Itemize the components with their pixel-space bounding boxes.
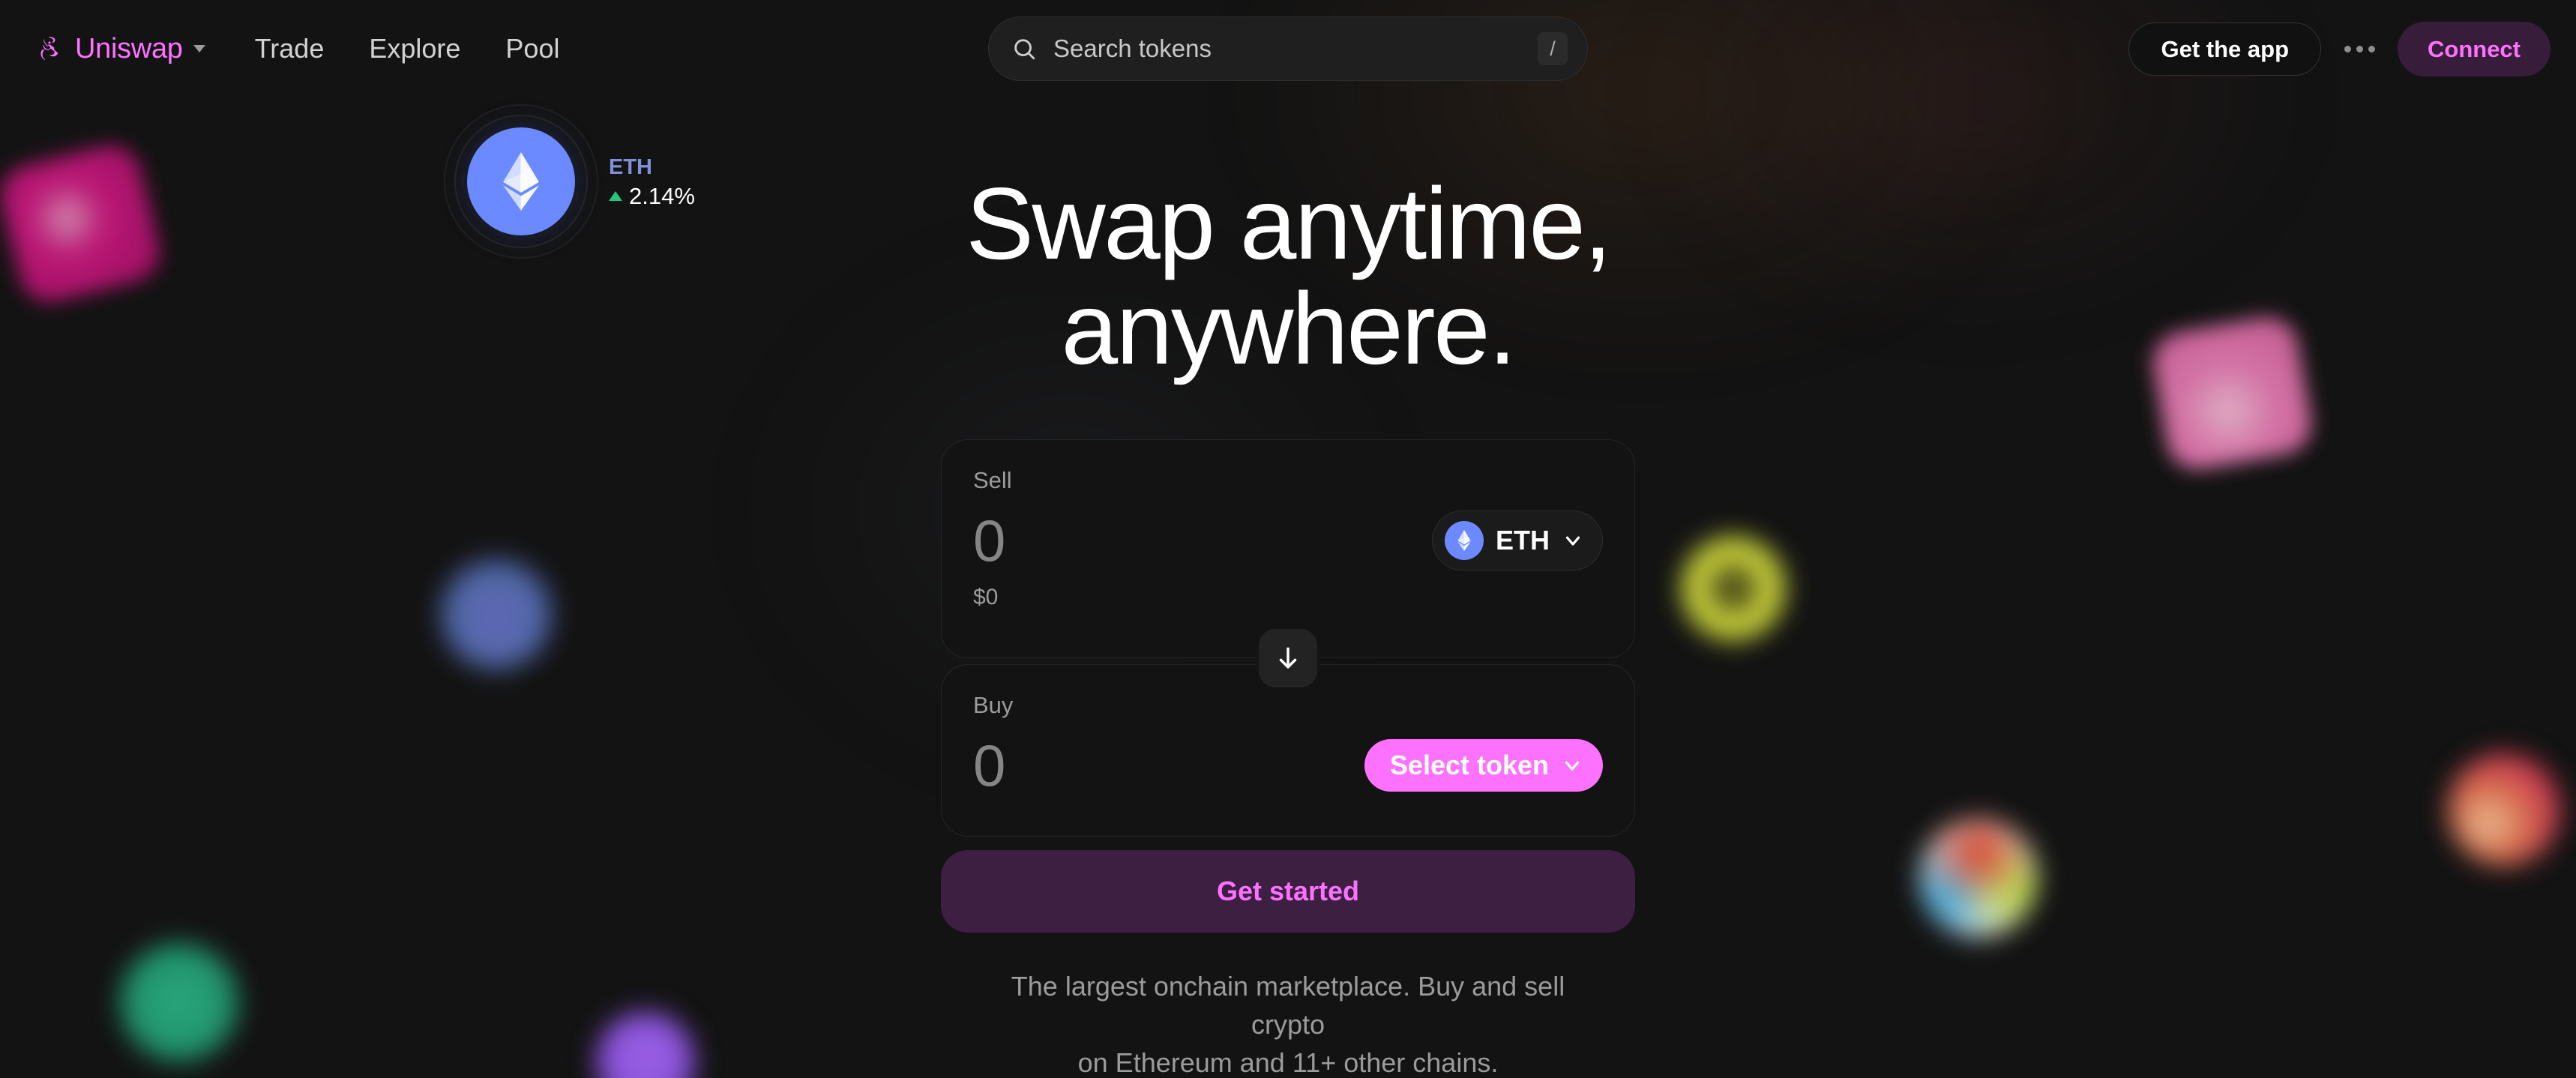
buy-label: Buy xyxy=(973,692,1014,718)
sell-amount-input[interactable] xyxy=(973,506,1288,575)
search-icon xyxy=(1011,36,1037,61)
chevron-down-icon xyxy=(1561,754,1583,777)
select-token-button[interactable]: Select token xyxy=(1364,739,1603,792)
eth-badge-rings xyxy=(444,104,598,259)
nav-link-trade[interactable]: Trade xyxy=(237,26,343,71)
get-started-button[interactable]: Get started xyxy=(941,850,1635,933)
decor-token-tile-pink-right xyxy=(2148,312,2317,475)
ellipsis-dot xyxy=(2344,45,2351,52)
get-the-app-button[interactable]: Get the app xyxy=(2128,22,2321,76)
connect-wallet-button[interactable]: Connect xyxy=(2398,21,2551,76)
eth-badge-meta: ETH 2.14% xyxy=(609,157,695,208)
decor-token-ring-yellow xyxy=(1681,536,1786,641)
eth-symbol-label: ETH xyxy=(609,155,652,179)
search-shortcut-key: / xyxy=(1538,32,1568,65)
nav-right-cluster: Get the app Connect xyxy=(2128,0,2551,97)
swap-direction-toggle-button[interactable] xyxy=(1256,626,1320,690)
search-box[interactable]: / xyxy=(988,16,1588,81)
chevron-down-icon xyxy=(1562,529,1584,552)
buy-amount-input[interactable] xyxy=(973,731,1288,800)
arrow-up-triangle-icon xyxy=(609,191,622,201)
arrow-down-icon xyxy=(1274,644,1302,672)
ethereum-icon xyxy=(1445,521,1484,560)
decor-token-circle-blue xyxy=(441,558,552,669)
decor-token-circle-red xyxy=(2448,753,2560,866)
uniswap-app-page: Uniswap Trade Explore Pool / xyxy=(0,0,2576,1078)
uniswap-unicorn-logo-icon xyxy=(36,33,67,64)
ellipsis-dot xyxy=(2368,45,2375,52)
sell-token-selector[interactable]: ETH xyxy=(1432,511,1603,570)
nav-left-cluster: Uniswap Trade Explore Pool xyxy=(0,25,577,72)
swap-widget: Sell ETH xyxy=(941,439,1635,1078)
buy-row: Select token xyxy=(973,731,1603,800)
tagline-line-2: on Ethereum and 11+ other chains. xyxy=(1077,1047,1499,1078)
brand-menu-button[interactable]: Uniswap xyxy=(28,25,216,72)
sell-label: Sell xyxy=(973,467,1012,493)
decor-token-circle-rainbow xyxy=(1919,819,2038,937)
page-title: Swap anytime, anywhere. xyxy=(763,171,1813,381)
primary-nav-links: Trade Explore Pool xyxy=(237,26,578,71)
eth-change-row: 2.14% xyxy=(609,184,695,208)
brand-name-label: Uniswap xyxy=(75,33,183,64)
decor-token-tile-pink-left xyxy=(0,139,166,309)
hero-section: Swap anytime, anywhere. xyxy=(763,171,1813,381)
eth-change-value: 2.14% xyxy=(629,183,695,209)
decor-token-circle-green xyxy=(120,943,238,1062)
top-navigation-bar: Uniswap Trade Explore Pool / xyxy=(0,0,2576,97)
tagline-line-1: The largest onchain marketplace. Buy and… xyxy=(1011,971,1565,1041)
search-container: / xyxy=(988,16,1588,81)
ellipsis-icon[interactable] xyxy=(2335,24,2384,73)
decor-token-circle-purple xyxy=(596,1012,695,1078)
select-token-label: Select token xyxy=(1389,750,1549,780)
hero-title-line-1: Swap anytime, xyxy=(966,166,1612,280)
ellipsis-dot xyxy=(2356,45,2363,52)
floating-eth-token-badge[interactable]: ETH 2.14% xyxy=(444,104,759,259)
marketplace-tagline: The largest onchain marketplace. Buy and… xyxy=(941,967,1635,1078)
nav-link-pool[interactable]: Pool xyxy=(487,26,577,71)
ethereum-icon xyxy=(467,127,575,235)
search-input[interactable] xyxy=(1053,34,1538,63)
sell-token-symbol: ETH xyxy=(1496,525,1550,555)
hero-title-line-2: anywhere. xyxy=(1061,271,1517,386)
sell-row: ETH xyxy=(973,506,1603,575)
sell-fiat-value: $0 xyxy=(973,585,999,609)
chevron-down-icon xyxy=(193,45,205,52)
nav-link-explore[interactable]: Explore xyxy=(351,26,478,71)
